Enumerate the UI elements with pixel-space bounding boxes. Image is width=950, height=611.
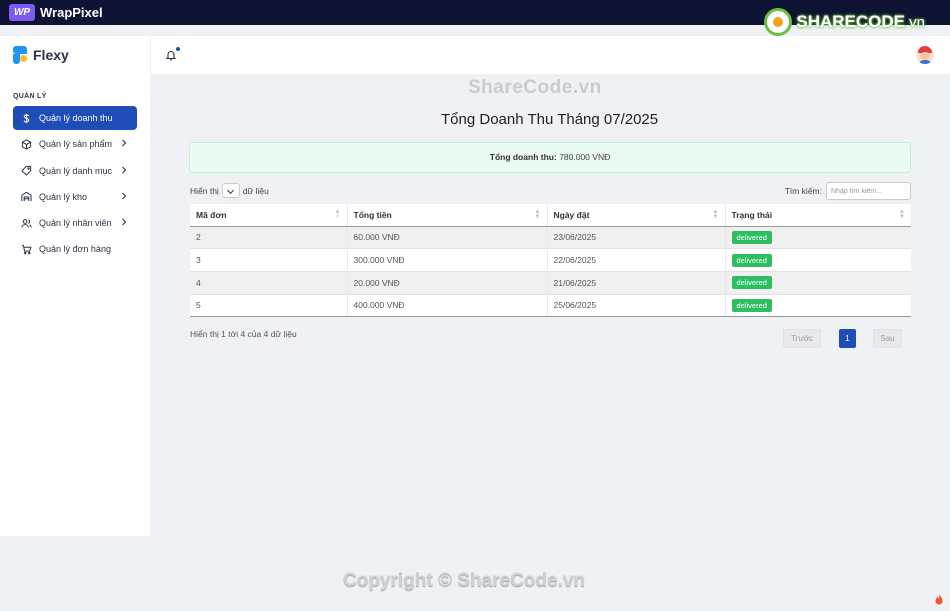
table-row: 4 20.000 VNĐ 21/06/2025 delivered bbox=[190, 270, 911, 295]
page-title: Tổng Doanh Thu Tháng 07/2025 bbox=[441, 111, 659, 128]
search-label: Tìm kiếm: bbox=[784, 186, 822, 196]
sharecode-domain: .vn bbox=[904, 14, 925, 31]
status-badge: delivered bbox=[731, 276, 772, 290]
search-input[interactable] bbox=[826, 182, 911, 200]
table-info: Hiển thị 1 tới 4 của 4 dữ liệu bbox=[190, 329, 297, 339]
show-prefix: Hiển thị bbox=[190, 185, 219, 196]
sidebar-item-orders[interactable]: Quản lý đơn hàng bbox=[13, 237, 137, 261]
total-revenue-box: Tổng doanh thu: 780.000 VNĐ bbox=[189, 142, 911, 173]
brand-logo[interactable]: Flexy bbox=[13, 46, 69, 64]
sidebar-item-label: Quản lý kho bbox=[39, 191, 88, 202]
sidebar-item-revenue[interactable]: Quản lý doanh thu bbox=[13, 106, 137, 130]
status-badge: delivered bbox=[731, 230, 772, 244]
show-suffix: dữ liệu bbox=[242, 185, 269, 196]
chevron-right-icon bbox=[122, 192, 127, 200]
sidebar-item-label: Quản lý nhân viên bbox=[39, 218, 112, 229]
user-avatar[interactable] bbox=[916, 46, 934, 64]
top-header bbox=[151, 36, 950, 74]
column-header-order-id[interactable]: Mã đơn ▲ ▼ bbox=[190, 204, 347, 227]
sidebar-item-label: Quản lý doanh thu bbox=[39, 113, 113, 123]
cell-date: 21/06/2025 bbox=[546, 270, 725, 295]
sidebar-item-categories[interactable]: Quản lý danh mục bbox=[13, 159, 137, 183]
pagination: Trước 1 Sau bbox=[783, 329, 902, 348]
cell-date: 25/06/2025 bbox=[546, 293, 725, 318]
sidebar-section-label: QUẢN LÝ bbox=[13, 93, 47, 100]
dollar-icon bbox=[20, 112, 32, 124]
table-header-row: Mã đơn ▲ ▼ Tổng tiền ▲ ▼ Ngày đặt ▲ ▼ Trạng th… bbox=[190, 204, 911, 227]
sidebar: Flexy QUẢN LÝ Quản lý doanh thu Quản lý … bbox=[0, 36, 150, 536]
sharecode-name: SHARECODE bbox=[796, 12, 905, 31]
revenue-table: Mã đơn ▲ ▼ Tổng tiền ▲ ▼ Ngày đặt ▲ ▼ Trạng th… bbox=[190, 204, 911, 318]
sort-icon: ▲ ▼ bbox=[899, 209, 905, 220]
cell-total: 300.000 VNĐ bbox=[346, 248, 547, 272]
table-row: 5 400.000 VNĐ 25/06/2025 delivered bbox=[190, 293, 911, 318]
sort-icon: ▲ ▼ bbox=[534, 209, 541, 220]
cell-total: 400.000 VNĐ bbox=[346, 293, 547, 318]
notification-dot bbox=[176, 47, 180, 51]
page-length-select[interactable] bbox=[221, 183, 240, 198]
cell-total: 20.000 VNĐ bbox=[346, 270, 547, 295]
copyright-watermark: Copyright © ShareCode.vn bbox=[343, 570, 586, 591]
tag-icon bbox=[20, 165, 32, 177]
next-page-button[interactable]: Sau bbox=[873, 329, 902, 348]
cell-date: 22/06/2025 bbox=[546, 248, 725, 272]
sidebar-item-label: Quản lý danh mục bbox=[39, 165, 113, 176]
total-revenue-value: 780.000 VNĐ bbox=[559, 152, 611, 162]
box-icon bbox=[20, 138, 32, 150]
flexy-logo-icon bbox=[13, 46, 27, 64]
flame-icon bbox=[935, 594, 943, 605]
sort-icon: ▲ ▼ bbox=[712, 209, 719, 220]
sidebar-item-label: Quản lý sản phẩm bbox=[39, 139, 113, 150]
wrappixel-logo[interactable]: WP WrapPixel bbox=[9, 4, 103, 21]
column-header-date[interactable]: Ngày đặt ▲ ▼ bbox=[546, 204, 725, 227]
cell-date: 23/06/2025 bbox=[546, 225, 725, 249]
sidebar-item-label: Quản lý đơn hàng bbox=[39, 244, 111, 255]
sidebar-item-products[interactable]: Quản lý sản phẩm bbox=[13, 132, 137, 156]
chevron-right-icon bbox=[122, 166, 127, 173]
sort-asc-icon: ▲ ▼ bbox=[334, 209, 341, 220]
warehouse-icon bbox=[20, 191, 32, 203]
wrappixel-label: WrapPixel bbox=[40, 5, 103, 20]
chevron-right-icon bbox=[122, 139, 127, 147]
status-badge: delivered bbox=[731, 298, 772, 312]
page-length-control: Hiển thị dữ liệu bbox=[190, 183, 269, 198]
cell-order-id: 2 bbox=[190, 225, 347, 249]
column-header-status[interactable]: Trạng thái ▲ ▼ bbox=[724, 204, 911, 227]
users-icon bbox=[20, 217, 32, 229]
status-badge: delivered bbox=[731, 253, 772, 267]
sidebar-item-staff[interactable]: Quản lý nhân viên bbox=[13, 211, 137, 235]
cell-order-id: 4 bbox=[190, 270, 347, 295]
total-revenue-label: Tổng doanh thu: bbox=[489, 152, 557, 162]
cell-total: 60.000 VNĐ bbox=[346, 225, 547, 249]
column-header-total[interactable]: Tổng tiền ▲ ▼ bbox=[346, 204, 547, 227]
sharecode-logo: SHARECODE.vn bbox=[764, 8, 925, 36]
cell-order-id: 5 bbox=[190, 293, 347, 318]
page-1-button[interactable]: 1 bbox=[839, 329, 856, 348]
table-row: 3 300.000 VNĐ 22/06/2025 delivered bbox=[190, 248, 911, 272]
chevron-right-icon bbox=[122, 218, 127, 226]
wrappixel-mark-icon: WP bbox=[9, 4, 35, 21]
sidebar-nav: Quản lý doanh thu Quản lý sản phẩm Quản … bbox=[13, 106, 137, 264]
table-row: 2 60.000 VNĐ 23/06/2025 delivered bbox=[190, 225, 911, 249]
watermark-text: ShareCode.vn bbox=[468, 77, 602, 98]
sharecode-logo-icon bbox=[764, 8, 793, 36]
bell-icon[interactable] bbox=[165, 49, 177, 61]
brand-name: Flexy bbox=[33, 47, 69, 63]
sidebar-item-warehouse[interactable]: Quản lý kho bbox=[13, 185, 137, 209]
search-control: Tìm kiếm: bbox=[785, 182, 911, 200]
prev-page-button[interactable]: Trước bbox=[783, 329, 821, 348]
cart-icon bbox=[20, 243, 32, 255]
cell-order-id: 3 bbox=[190, 248, 347, 272]
